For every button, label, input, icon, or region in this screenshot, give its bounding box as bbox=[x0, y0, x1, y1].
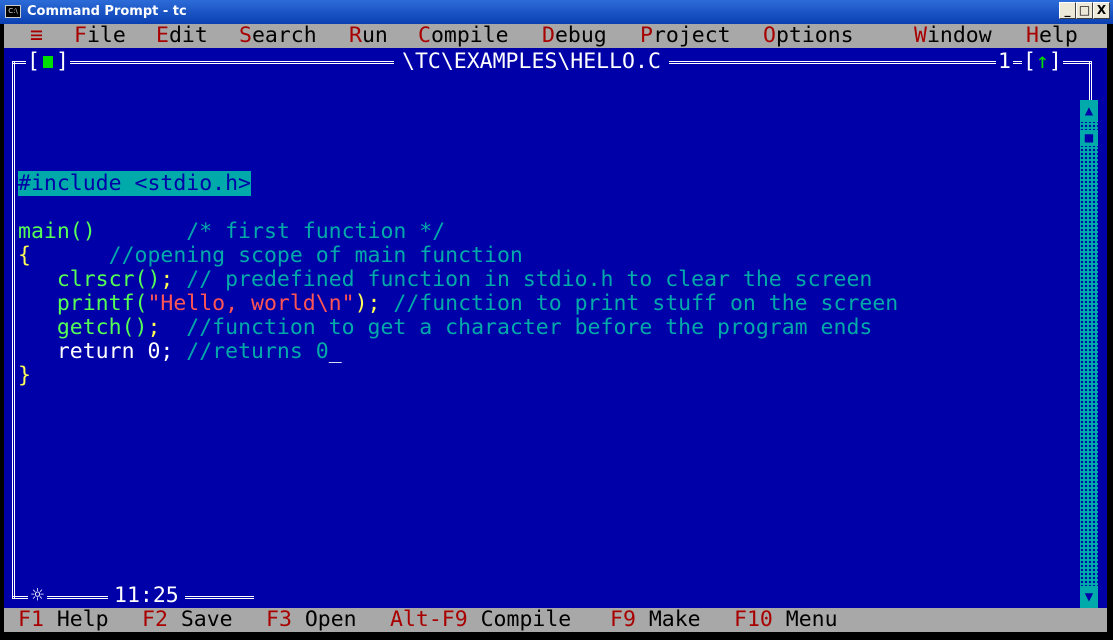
cmd-icon[interactable]: C:\ bbox=[5, 5, 21, 18]
title-bar[interactable]: C:\ Command Prompt - tc _ □ X bbox=[0, 0, 1113, 24]
zoom-arrow-icon: ↑ bbox=[1035, 49, 1049, 74]
status-key-menu[interactable]: F10 Menu bbox=[734, 608, 838, 632]
zoom-box[interactable]: [↑] bbox=[1022, 50, 1063, 74]
app-window: C:\ Command Prompt - tc _ □ X ≡ File Edi… bbox=[0, 0, 1113, 640]
code-line-8: return 0; //returns 0_ bbox=[56, 339, 342, 364]
menu-bar: ≡ File Edit Search Run Compile Debug Pro… bbox=[4, 24, 1107, 48]
editor-close-box[interactable]: [] bbox=[26, 51, 70, 73]
close-button[interactable]: X bbox=[1093, 2, 1110, 19]
code-line-4: { //opening scope of main function bbox=[18, 243, 523, 268]
menu-debug[interactable]: Debug bbox=[542, 24, 607, 48]
code-line-5: clrscr(); // predefined function in stdi… bbox=[56, 267, 873, 292]
menu-search[interactable]: Search bbox=[239, 24, 317, 48]
menu-project[interactable]: Project bbox=[640, 24, 731, 48]
code-line-6: printf("Hello, world\n"); //function to … bbox=[56, 291, 899, 316]
menu-compile[interactable]: Compile bbox=[418, 24, 509, 48]
code-line-1: #include <stdio.h> bbox=[18, 171, 251, 196]
text-cursor: _ bbox=[328, 339, 342, 364]
code-line-3: main() /* first function */ bbox=[18, 219, 446, 244]
menu-run[interactable]: Run bbox=[349, 24, 388, 48]
menu-edit[interactable]: Edit bbox=[156, 24, 208, 48]
scroll-down-arrow-icon[interactable]: ▼ bbox=[1080, 586, 1098, 608]
status-key-save[interactable]: F2 Save bbox=[142, 608, 233, 632]
dos-console: ≡ File Edit Search Run Compile Debug Pro… bbox=[4, 24, 1107, 636]
menu-help[interactable]: Help bbox=[1026, 24, 1078, 48]
status-key-make[interactable]: F9 Make bbox=[610, 608, 701, 632]
maximize-button[interactable]: □ bbox=[1076, 2, 1093, 19]
menu-system[interactable]: ≡ bbox=[30, 24, 43, 48]
editor-filename: \TC\EXAMPLES\HELLO.C bbox=[394, 50, 669, 74]
modified-indicator: ☼ bbox=[28, 584, 47, 608]
cursor-position: 11:25 bbox=[108, 584, 185, 608]
scroll-up-arrow-icon[interactable]: ▲ bbox=[1080, 100, 1098, 122]
menu-window[interactable]: Window bbox=[914, 24, 992, 48]
editor-window[interactable]: [] \TC\EXAMPLES\HELLO.C 1 [↑] #include <… bbox=[4, 48, 1107, 630]
code-line-7: getch(); //function to get a character b… bbox=[56, 315, 873, 340]
status-key-help[interactable]: F1 Help bbox=[18, 608, 109, 632]
vertical-scrollbar[interactable]: ▲ ■ ▼ bbox=[1080, 100, 1098, 608]
menu-options[interactable]: Options bbox=[763, 24, 854, 48]
scroll-thumb[interactable]: ■ bbox=[1080, 130, 1098, 146]
frame-left bbox=[12, 61, 15, 599]
status-key-compile[interactable]: Alt-F9 Compile bbox=[390, 608, 571, 632]
status-key-open[interactable]: F3 Open bbox=[266, 608, 357, 632]
window-number: 1 bbox=[996, 49, 1013, 74]
minimize-button[interactable]: _ bbox=[1059, 2, 1076, 19]
code-line-9: } bbox=[18, 363, 31, 388]
status-bar: F1 Help F2 Save F3 Open Alt-F9 Compile F… bbox=[4, 608, 1107, 632]
menu-file[interactable]: File bbox=[74, 24, 126, 48]
window-title: Command Prompt - tc bbox=[27, 4, 187, 19]
